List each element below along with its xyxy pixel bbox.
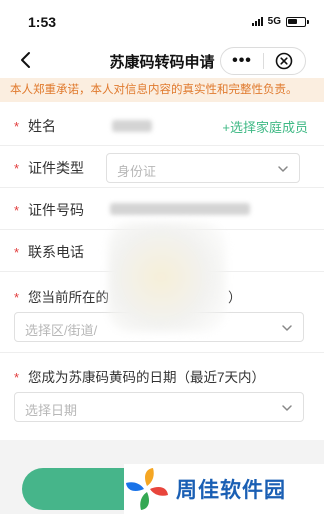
id-type-row: * 证件类型 身份证: [0, 146, 324, 188]
site-watermark: 周佳软件园: [124, 464, 324, 514]
required-asterisk: *: [14, 119, 20, 134]
signal-icon: [251, 17, 263, 26]
nav-bar: 苏康码转码申请 •••: [0, 42, 324, 78]
location-placeholder: 选择区/街道/: [25, 323, 98, 338]
chevron-down-icon: [282, 405, 292, 411]
pinwheel-logo-icon: [126, 468, 168, 510]
id-number-value-redacted[interactable]: [110, 203, 250, 215]
commitment-notice: 本人郑重承诺，本人对信息内容的真实性和完整性负责。: [0, 78, 324, 102]
phone-label: 联系电话: [28, 244, 84, 260]
location-question-suffix: ）: [228, 290, 242, 305]
close-mini-program-button[interactable]: [264, 48, 305, 74]
date-select[interactable]: 选择日期: [14, 392, 304, 422]
date-question-text: 您成为苏康码黄码的日期（最近7天内）: [28, 370, 266, 385]
status-indicators: 5G: [251, 16, 309, 27]
name-label: 姓名: [28, 118, 56, 134]
required-asterisk: *: [14, 290, 20, 305]
required-asterisk: *: [14, 245, 20, 260]
name-value-redacted[interactable]: [112, 120, 152, 132]
network-type: 5G: [267, 16, 281, 27]
id-number-label: 证件号码: [28, 202, 84, 218]
name-row: * 姓名 +选择家庭成员: [0, 104, 324, 146]
id-type-label: 证件类型: [28, 160, 84, 176]
required-asterisk: *: [14, 161, 20, 176]
id-type-value: 身份证: [117, 164, 157, 179]
required-asterisk: *: [14, 203, 20, 218]
battery-icon: [286, 16, 309, 27]
redaction-blur-overlay: [108, 222, 226, 332]
chevron-down-icon: [282, 325, 292, 331]
close-circle-icon: [276, 52, 293, 70]
mini-program-capsule: •••: [220, 47, 306, 75]
divider: [0, 352, 324, 353]
more-options-icon[interactable]: •••: [221, 48, 263, 74]
status-time: 1:53: [28, 14, 57, 30]
location-question-text: 您当前所在的: [28, 290, 109, 305]
status-bar: 1:53 5G: [0, 0, 324, 42]
chevron-down-icon: [278, 166, 288, 172]
watermark-text: 周佳软件园: [176, 479, 286, 502]
id-type-select[interactable]: 身份证: [106, 153, 300, 183]
select-family-member-link[interactable]: +选择家庭成员: [222, 117, 308, 136]
date-placeholder: 选择日期: [25, 403, 78, 418]
required-asterisk: *: [14, 370, 20, 385]
